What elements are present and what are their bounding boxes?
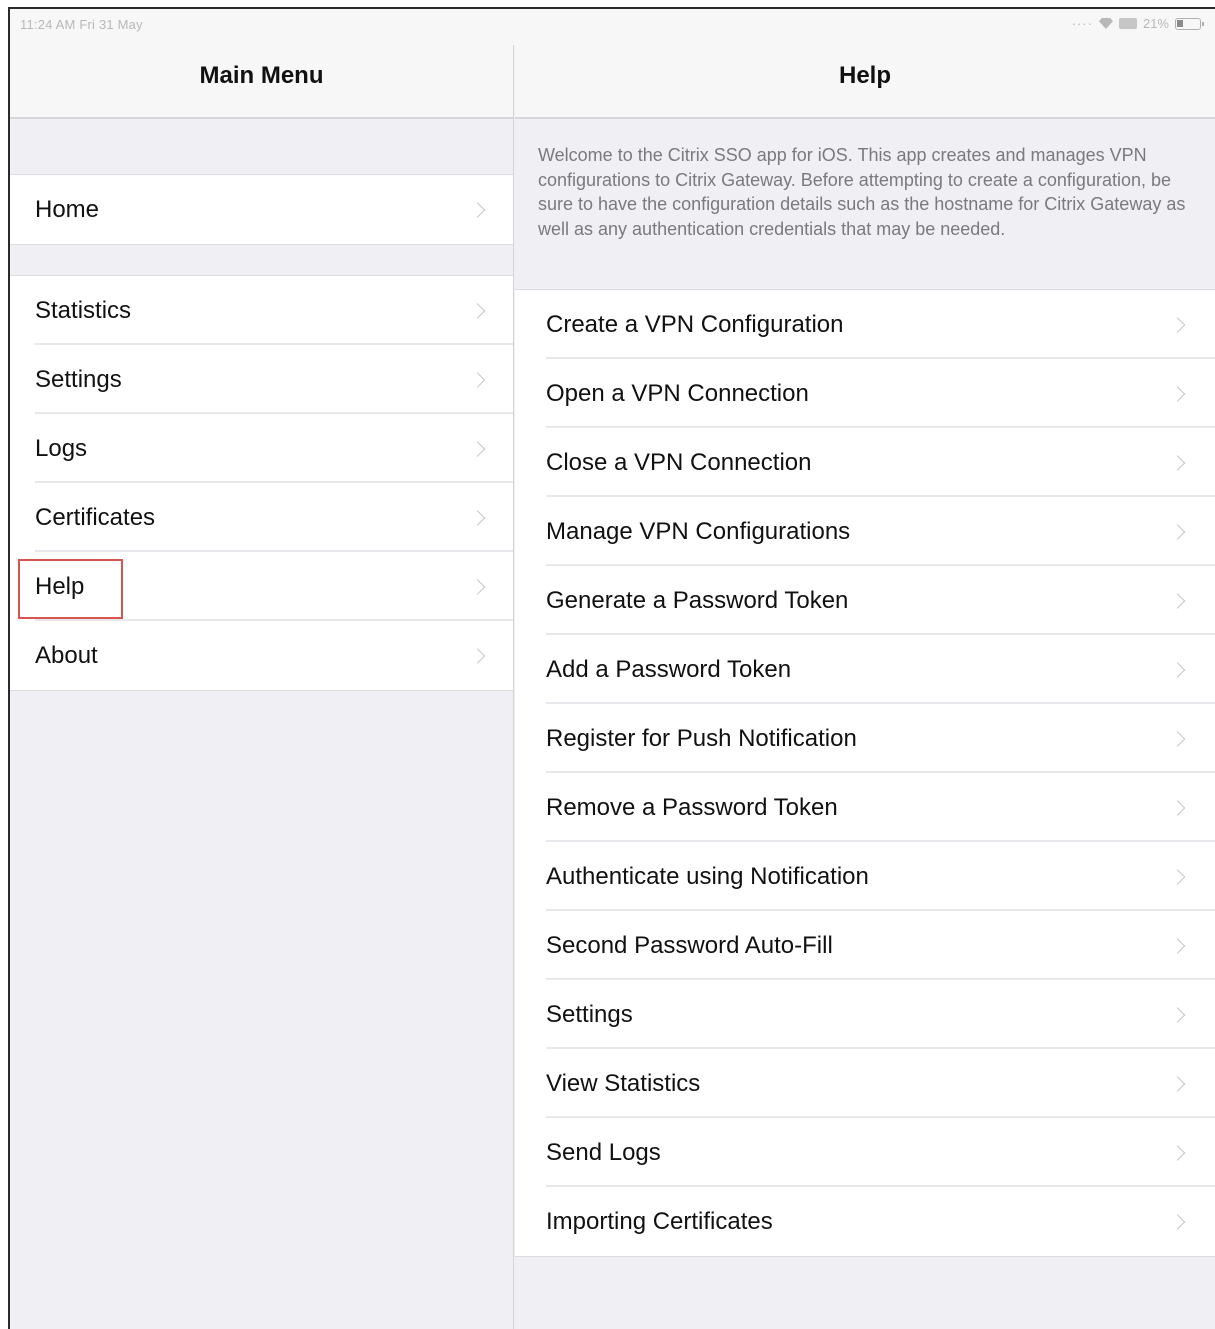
menu-group-main: Statistics Settings Logs Certificates He — [10, 275, 513, 691]
help-topic-second-password-auto-fill[interactable]: Second Password Auto-Fill — [515, 911, 1215, 980]
help-navbar: Help — [515, 45, 1215, 119]
chevron-right-icon — [1169, 937, 1186, 954]
main-menu-navbar: Main Menu — [10, 45, 513, 119]
help-topic-label: Settings — [546, 1000, 633, 1028]
help-topic-label: Remove a Password Token — [546, 793, 838, 821]
help-topic-label: Send Logs — [546, 1138, 661, 1166]
help-topic-create-vpn-configuration[interactable]: Create a VPN Configuration — [515, 290, 1215, 359]
chevron-right-icon — [1169, 1006, 1186, 1023]
help-topic-label: Manage VPN Configurations — [546, 517, 851, 545]
help-topic-label: Add a Password Token — [546, 655, 792, 683]
help-topic-label: Authenticate using Notification — [546, 862, 869, 890]
help-topic-authenticate-using-notification[interactable]: Authenticate using Notification — [515, 842, 1215, 911]
help-intro-text: Welcome to the Citrix SSO app for iOS. T… — [538, 145, 1186, 239]
chevron-right-icon — [469, 440, 486, 457]
main-menu-pane: Main Menu Home Statistics Settings Logs — [10, 9, 514, 1329]
chevron-right-icon — [469, 371, 486, 388]
menu-item-label: Statistics — [35, 296, 132, 324]
chevron-right-icon — [469, 578, 486, 595]
status-bar: 11:24 AM Fri 31 May ···· 21% — [10, 9, 1215, 45]
help-topic-send-logs[interactable]: Send Logs — [515, 1118, 1215, 1187]
status-indicators: ···· 21% — [1071, 16, 1204, 31]
status-time: 11:24 AM Fri 31 May — [20, 17, 143, 32]
menu-item-logs[interactable]: Logs — [10, 414, 513, 483]
chevron-right-icon — [1169, 799, 1186, 816]
chevron-right-icon — [469, 647, 486, 664]
help-topic-label: Importing Certificates — [546, 1207, 773, 1235]
menu-item-about[interactable]: About — [10, 621, 513, 690]
sim-icon — [1118, 18, 1137, 29]
chevron-right-icon — [1169, 592, 1186, 609]
menu-item-label: Settings — [35, 365, 122, 393]
menu-item-certificates[interactable]: Certificates — [10, 483, 513, 552]
help-topic-open-vpn-connection[interactable]: Open a VPN Connection — [515, 359, 1215, 428]
menu-item-settings[interactable]: Settings — [10, 345, 513, 414]
menu-item-label: Logs — [35, 434, 88, 462]
app-window: Main Menu Home Statistics Settings Logs — [8, 7, 1215, 1329]
chevron-right-icon — [469, 302, 486, 319]
chevron-right-icon — [1169, 1213, 1186, 1230]
menu-item-label: Home — [35, 195, 100, 223]
help-topic-add-password-token[interactable]: Add a Password Token — [515, 635, 1215, 704]
help-topic-register-push-notification[interactable]: Register for Push Notification — [515, 704, 1215, 773]
menu-item-home[interactable]: Home — [10, 175, 513, 244]
help-topic-remove-password-token[interactable]: Remove a Password Token — [515, 773, 1215, 842]
help-topic-view-statistics[interactable]: View Statistics — [515, 1049, 1215, 1118]
main-menu-title: Main Menu — [199, 62, 324, 89]
help-topic-manage-vpn-configurations[interactable]: Manage VPN Configurations — [515, 497, 1215, 566]
battery-icon — [1175, 17, 1204, 30]
help-topic-label: Generate a Password Token — [546, 586, 849, 614]
help-pane: Help Welcome to the Citrix SSO app for i… — [515, 9, 1215, 1329]
menu-item-help[interactable]: Help — [10, 552, 513, 621]
chevron-right-icon — [1169, 868, 1186, 885]
chevron-right-icon — [1169, 385, 1186, 402]
chevron-right-icon — [469, 509, 486, 526]
chevron-right-icon — [1169, 730, 1186, 747]
help-topic-label: View Statistics — [546, 1069, 701, 1097]
chevron-right-icon — [469, 201, 486, 218]
menu-item-label: Certificates — [35, 503, 156, 531]
help-topic-label: Create a VPN Configuration — [546, 310, 844, 338]
help-topic-settings[interactable]: Settings — [515, 980, 1215, 1049]
help-topics-list: Create a VPN Configuration Open a VPN Co… — [515, 289, 1215, 1257]
menu-item-statistics[interactable]: Statistics — [10, 276, 513, 345]
chevron-right-icon — [1169, 523, 1186, 540]
signal-icon: ···· — [1071, 16, 1093, 31]
help-topic-close-vpn-connection[interactable]: Close a VPN Connection — [515, 428, 1215, 497]
help-topic-importing-certificates[interactable]: Importing Certificates — [515, 1187, 1215, 1256]
help-topic-label: Close a VPN Connection — [546, 448, 812, 476]
chevron-right-icon — [1169, 1144, 1186, 1161]
chevron-right-icon — [1169, 1075, 1186, 1092]
chevron-right-icon — [1169, 454, 1186, 471]
help-topic-label: Register for Push Notification — [546, 724, 857, 752]
menu-item-label: About — [35, 641, 98, 669]
help-title: Help — [838, 62, 891, 89]
wifi-icon — [1098, 18, 1113, 29]
help-topic-label: Second Password Auto-Fill — [546, 931, 833, 959]
help-topic-generate-password-token[interactable]: Generate a Password Token — [515, 566, 1215, 635]
chevron-right-icon — [1169, 661, 1186, 678]
chevron-right-icon — [1169, 316, 1186, 333]
menu-group-home: Home — [10, 174, 513, 245]
menu-item-label: Help — [35, 572, 85, 600]
help-topic-label: Open a VPN Connection — [546, 379, 809, 407]
battery-percent: 21% — [1142, 16, 1169, 31]
